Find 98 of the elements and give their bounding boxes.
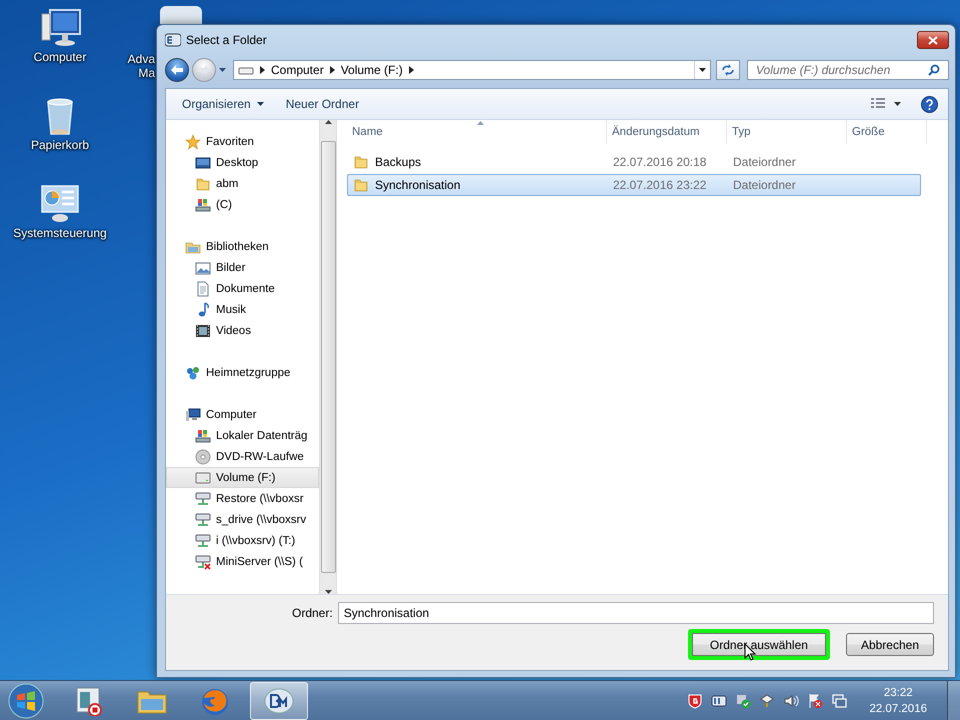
chevron-icon [330,66,335,74]
caret-icon[interactable] [219,68,226,72]
app-logo-icon[interactable] [711,692,728,708]
nav-item[interactable]: Volume (F:) [166,467,319,488]
breadcrumb-item[interactable]: Computer [271,63,324,77]
nav-item[interactable]: Desktop [166,152,319,173]
nav-item[interactable]: MiniServer (\\S) ( [166,551,319,572]
new-folder-button[interactable]: Neuer Ordner [280,94,366,114]
monitor-icon[interactable] [831,692,848,708]
nav-item[interactable]: Dokumente [166,278,319,299]
nav-item[interactable]: Videos [166,320,319,341]
drive-icon [195,470,211,486]
help-icon[interactable] [921,96,938,112]
sort-arrow-icon [476,121,484,125]
desktop-icon-label[interactable]: Computer [34,50,86,64]
network-drive-icon [195,554,211,570]
column-header[interactable]: Größe [847,120,927,144]
desktop-icon-label[interactable]: Systemsteuerung [13,226,107,240]
clock[interactable]: 23:22 22.07.2016 [855,684,939,716]
speaker-icon[interactable] [783,692,800,708]
chevron-icon [260,66,265,74]
app-logo-icon [263,686,295,716]
desktop-icon-label[interactable]: Papierkorb [30,138,90,152]
type-cell-text: Dateiordner [732,178,797,192]
network-drive-icon [195,532,211,548]
flag-icon[interactable] [807,692,824,708]
breadcrumb-item[interactable]: Volume (F:) [340,63,403,77]
close-icon [928,36,938,44]
nav-item[interactable]: Computer [166,404,319,425]
file-row[interactable]: Backups 22.07.2016 20:18 Dateiordner [347,151,921,173]
taskbar-button[interactable] [250,682,308,720]
nav-item[interactable]: i (\\vboxsrv) (T:) [166,530,319,551]
folder-icon [195,176,211,192]
document-icon [195,280,211,296]
film-icon [195,322,211,338]
drive-icon [195,428,211,444]
date-cell-text: 22.07.2016 23:22 [612,178,708,192]
caret-icon [256,102,264,106]
shield-icon[interactable] [687,692,704,708]
folder-label: Ordner: [292,606,333,620]
close-button[interactable] [917,31,949,49]
file-name: Backups [375,155,422,169]
column-header[interactable]: Name [347,120,607,144]
up-arrow-icon [324,120,332,124]
picture-icon [195,260,211,276]
caret-icon [699,68,706,72]
windows-orb-icon [8,682,44,718]
monitor-icon [195,154,211,170]
date-cell-text: 22.07.2016 20:18 [612,155,708,169]
update-check-icon[interactable] [735,692,752,708]
address-bar[interactable]: Computer Volume (F:) [233,60,711,80]
app-logo-icon [165,33,181,47]
column-header[interactable]: Typ [727,120,847,144]
drive-icon [195,196,211,212]
homegroup-icon [185,364,201,380]
nav-item[interactable]: Heimnetzgruppe [166,362,319,383]
refresh-button[interactable] [716,60,740,80]
nav-item[interactable]: Lokaler Datenträg [166,425,319,446]
network-drive-icon [195,490,211,506]
clock-time: 23:22 [884,686,913,700]
left-arrow-icon [171,65,183,75]
file-name: Synchronisation [375,178,460,192]
cancel-button[interactable]: Abbrechen [846,633,934,656]
disc-icon [195,448,211,464]
type-cell-text: Dateiordner [732,155,797,169]
nav-item[interactable]: (C) [166,194,319,215]
organize-menu[interactable]: Organisieren [176,94,270,114]
app-icon[interactable] [158,6,204,24]
folder-name-field[interactable]: Synchronisation [338,602,934,624]
right-arrow-icon [198,65,210,75]
nav-item[interactable]: Favoriten [166,131,319,152]
nav-item[interactable]: Restore (\\vboxsr [166,488,319,509]
nav-item[interactable]: s_drive (\\vboxsrv [166,509,319,530]
nav-item[interactable]: DVD-RW-Laufwe [166,446,319,467]
folder-icon [353,177,369,193]
search-field[interactable]: Volume (F:) durchsuchen [747,60,949,80]
refresh-icon [721,64,735,76]
star-icon [185,134,201,150]
scrollbar[interactable] [319,120,336,594]
back-button[interactable] [165,58,189,82]
chevron-icon [408,66,414,74]
column-header[interactable]: Änderungsdatum [607,120,727,144]
nav-item[interactable]: abm [166,173,319,194]
file-row[interactable]: Synchronisation 22.07.2016 23:22 Dateiordner [347,174,921,196]
network-drive-icon [195,512,211,528]
show-desktop-button[interactable] [947,680,960,720]
folder-icon [353,154,369,170]
search-icon [928,64,940,76]
clock-date: 22.07.2016 [869,702,927,716]
desktop-icon-label[interactable]: Adva Ma [128,52,155,80]
nav-item[interactable]: Bibliotheken [166,236,319,257]
nav-item[interactable]: Musik [166,299,319,320]
select-folder-button[interactable]: Ordner auswählen [688,629,830,660]
down-arrow-icon [324,590,332,594]
view-options-icon[interactable] [871,98,901,110]
window-title: Select a Folder [186,33,267,47]
nav-item[interactable]: Bilder [166,257,319,278]
computer-icon [185,406,201,422]
